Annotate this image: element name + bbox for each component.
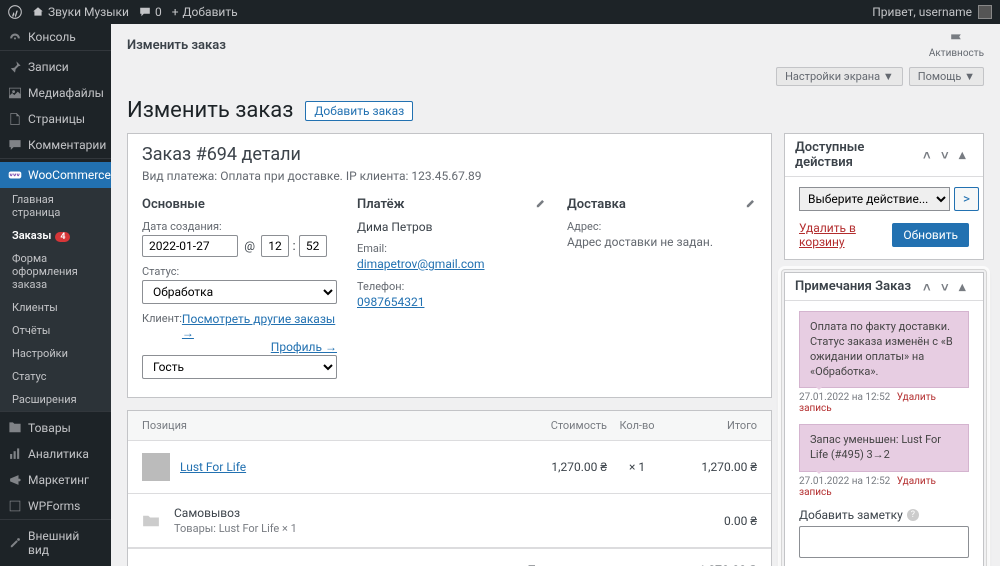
order-payment-info: Вид платежа: Оплата при доставке. IP кли… — [142, 169, 757, 183]
avatar[interactable] — [978, 5, 992, 19]
product-link[interactable]: Lust For Life — [180, 460, 246, 474]
order-shipping-col: Доставка Адрес: Адрес доставки не задан. — [567, 197, 757, 387]
view-other-orders-link[interactable]: Посмотреть другие заказы — [182, 312, 337, 340]
order-hour-input[interactable] — [261, 235, 289, 257]
submenu-extensions[interactable]: Расширения — [0, 388, 111, 411]
submenu-reports[interactable]: Отчёты — [0, 319, 111, 342]
submenu-settings[interactable]: Настройки — [0, 342, 111, 365]
menu-comments[interactable]: Комментарии — [0, 132, 111, 158]
billing-phone-link[interactable]: 0987654321 — [357, 295, 424, 309]
dashboard-icon — [8, 30, 22, 44]
main-content: Изменить заказ Активность Настройки экра… — [111, 24, 1000, 566]
order-action-go-button[interactable]: > — [954, 187, 979, 211]
order-items-box: Позиция Стоимость Кол-во Итого Lust For … — [127, 410, 772, 566]
order-action-select[interactable]: Выберите действие... — [799, 187, 950, 211]
trash-order-link[interactable]: Удалить в корзину — [799, 221, 892, 249]
submenu-home[interactable]: Главная страница — [0, 188, 111, 224]
order-minute-input[interactable] — [299, 235, 327, 257]
chevron-down-icon[interactable]: ˅ — [941, 280, 955, 294]
toggle-icon[interactable]: ▴ — [959, 280, 973, 294]
submenu-customers[interactable]: Клиенты — [0, 296, 111, 319]
chevron-up-icon[interactable]: ˄ — [923, 148, 937, 162]
menu-wpforms[interactable]: WPForms — [0, 493, 111, 519]
profile-link[interactable]: Профиль — [271, 340, 337, 354]
menu-pages[interactable]: Страницы — [0, 106, 111, 132]
order-status-select[interactable]: Обработка — [142, 280, 337, 304]
menu-appearance[interactable]: Внешний вид — [0, 523, 111, 563]
note-textarea[interactable] — [799, 526, 969, 558]
line-item-row: Lust For Life 1,270.00 ₴ × 1 1,270.00 ₴ — [128, 441, 771, 494]
menu-posts[interactable]: Записи — [0, 54, 111, 80]
wp-logo[interactable] — [8, 5, 22, 19]
add-order-button[interactable]: Добавить заказ — [305, 101, 413, 121]
screen-options-button[interactable]: Настройки экрана ▼ — [776, 67, 903, 86]
menu-marketing[interactable]: Маркетинг — [0, 467, 111, 493]
order-note: Запас уменьшен: Lust For Life (#495) 3→2 — [799, 424, 969, 472]
menu-analytics[interactable]: Аналитика — [0, 441, 111, 467]
appearance-icon — [8, 536, 22, 550]
comment-icon — [8, 138, 22, 152]
customer-select[interactable]: Гость — [142, 355, 337, 379]
edit-shipping-icon[interactable] — [745, 197, 757, 209]
toggle-icon[interactable]: ▴ — [959, 148, 973, 162]
order-note: Оплата по факту доставки. Статус заказа … — [799, 311, 969, 388]
order-title: Заказ #694 детали — [142, 144, 757, 165]
menu-woocommerce[interactable]: WooCommerce — [0, 162, 111, 188]
admin-toolbar: Звуки Музыки 0 + Добавить Привет, userna… — [0, 0, 1000, 24]
pin-icon — [8, 60, 22, 74]
media-icon — [8, 86, 22, 100]
order-details-box: Заказ #694 детали Вид платежа: Оплата пр… — [127, 133, 772, 398]
product-thumb — [142, 453, 170, 481]
chevron-down-icon[interactable]: ˅ — [941, 148, 955, 162]
pages-icon — [8, 112, 22, 126]
woo-icon — [8, 168, 22, 182]
site-link[interactable]: Звуки Музыки — [32, 5, 129, 19]
orders-badge: 4 — [55, 232, 70, 242]
activity-button[interactable]: Активность — [929, 32, 984, 59]
update-order-button[interactable]: Обновить — [892, 223, 969, 247]
order-billing-col: Платёж Дима Петров Email: dimapetrov@gma… — [357, 197, 547, 387]
products-icon — [8, 421, 22, 435]
analytics-icon — [8, 447, 22, 461]
submenu-orders[interactable]: Заказы4 — [0, 224, 111, 247]
order-actions-box: Доступные действия ˄ ˅ ▴ Выберите действ… — [784, 133, 984, 260]
menu-media[interactable]: Медиафайлы — [0, 80, 111, 106]
order-date-input[interactable] — [142, 235, 238, 257]
billing-email-link[interactable]: dimapetrov@gmail.com — [357, 257, 485, 271]
marketing-icon — [8, 473, 22, 487]
add-new-link[interactable]: + Добавить — [172, 5, 238, 19]
help-button[interactable]: Помощь ▼ — [909, 67, 984, 86]
page-title: Изменить заказ — [127, 98, 293, 123]
admin-sidebar: Консоль Записи Медиафайлы Страницы Комме… — [0, 24, 111, 566]
chevron-up-icon[interactable]: ˄ — [923, 280, 937, 294]
shipping-item-row: Самовывоз Товары: Lust For Life × 1 0.00… — [128, 494, 771, 548]
comments-link[interactable]: 0 — [139, 5, 162, 19]
menu-dashboard[interactable]: Консоль — [0, 24, 111, 50]
submenu-status[interactable]: Статус — [0, 365, 111, 388]
folder-icon — [142, 514, 160, 528]
help-icon[interactable]: ? — [907, 509, 919, 521]
order-general-col: Основные Дата создания: @ : Статус: — [142, 197, 337, 387]
breadcrumb: Изменить заказ — [127, 38, 226, 53]
greeting[interactable]: Привет, username — [872, 5, 972, 19]
flag-icon — [948, 32, 964, 48]
edit-billing-icon[interactable] — [535, 197, 547, 209]
submenu-checkout-form[interactable]: Форма оформления заказа — [0, 247, 111, 296]
order-notes-box: Примечания Заказ ˄ ˅ ▴ Оплата по факту д… — [784, 272, 984, 566]
forms-icon — [8, 499, 22, 513]
menu-products[interactable]: Товары — [0, 415, 111, 441]
